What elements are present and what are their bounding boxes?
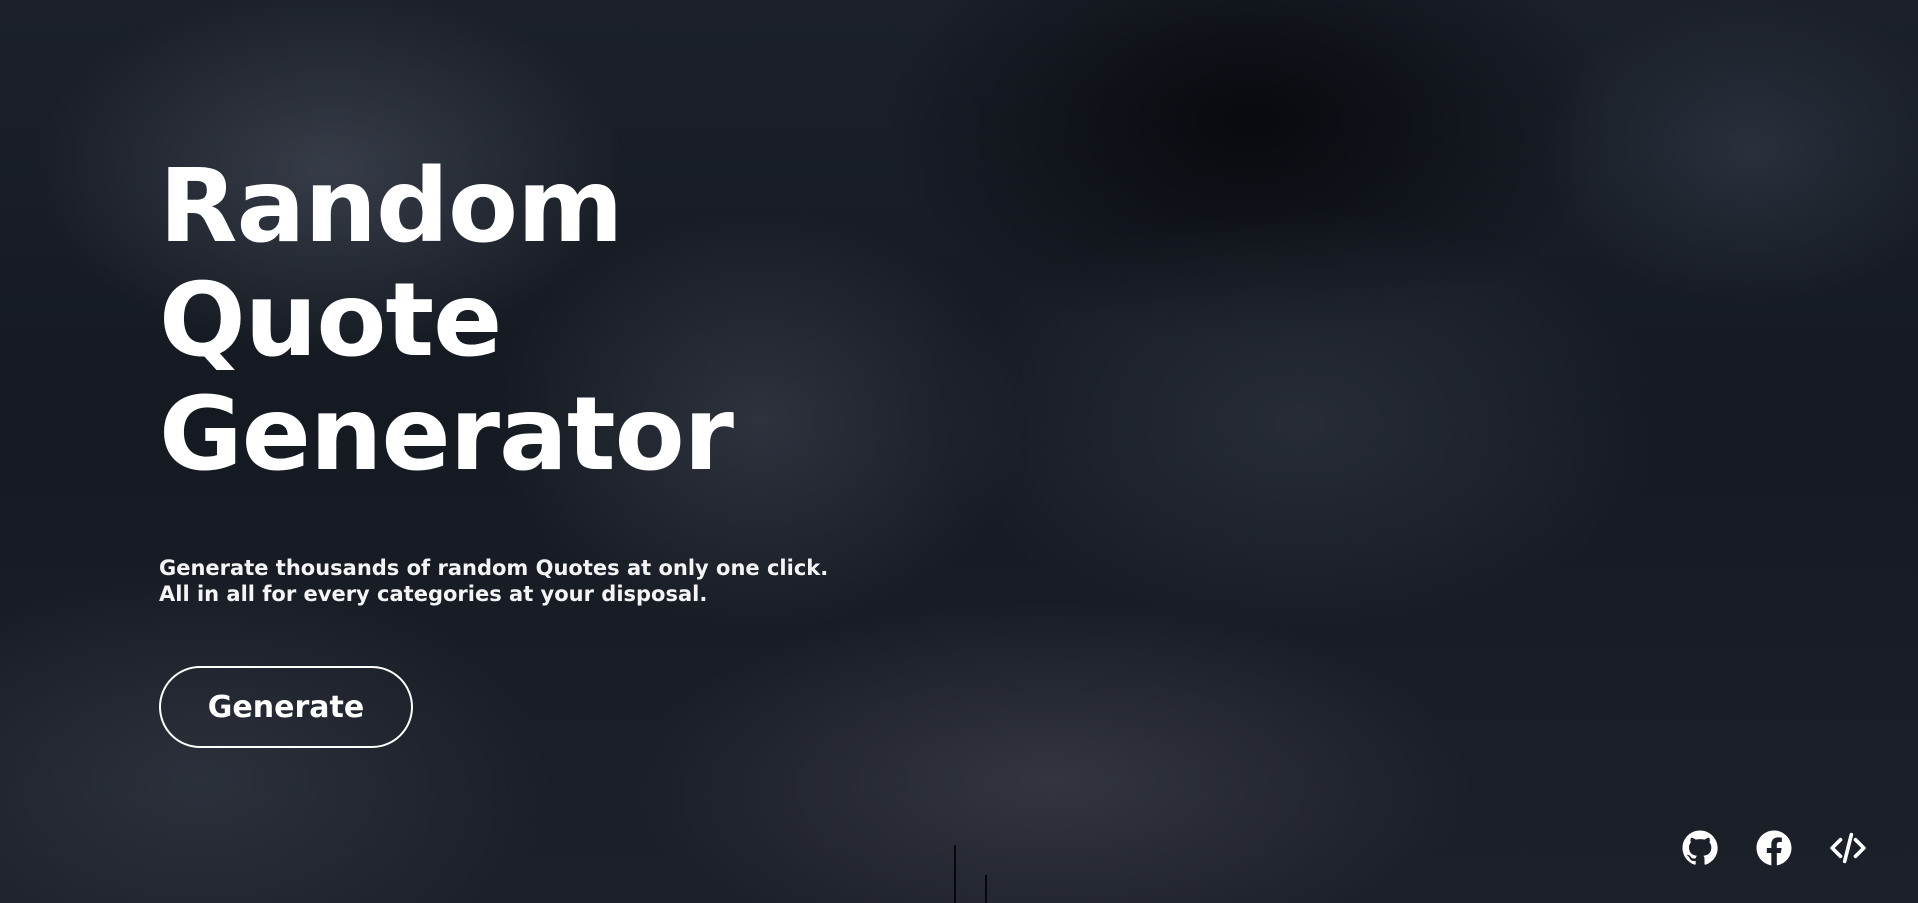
code-icon xyxy=(1830,832,1866,864)
facebook-link[interactable] xyxy=(1754,828,1794,868)
github-icon xyxy=(1682,830,1718,865)
title-line: Random xyxy=(159,147,623,266)
generate-button[interactable]: Generate xyxy=(159,666,413,748)
page-title: Random Quote Generator xyxy=(159,147,734,494)
description-line: Generate thousands of random Quotes at o… xyxy=(159,556,829,580)
source-code-link[interactable] xyxy=(1828,828,1868,868)
antenna-silhouette xyxy=(985,875,987,903)
facebook-icon xyxy=(1756,830,1792,866)
description-line: All in all for every categories at your … xyxy=(159,582,708,606)
title-line: Generator xyxy=(159,375,734,494)
github-link[interactable] xyxy=(1680,828,1720,868)
title-line: Quote xyxy=(159,261,502,380)
social-links xyxy=(1680,828,1868,868)
antenna-silhouette xyxy=(954,845,956,903)
hero-section: Random Quote Generator xyxy=(159,147,734,494)
hero-description: Generate thousands of random Quotes at o… xyxy=(159,555,828,607)
